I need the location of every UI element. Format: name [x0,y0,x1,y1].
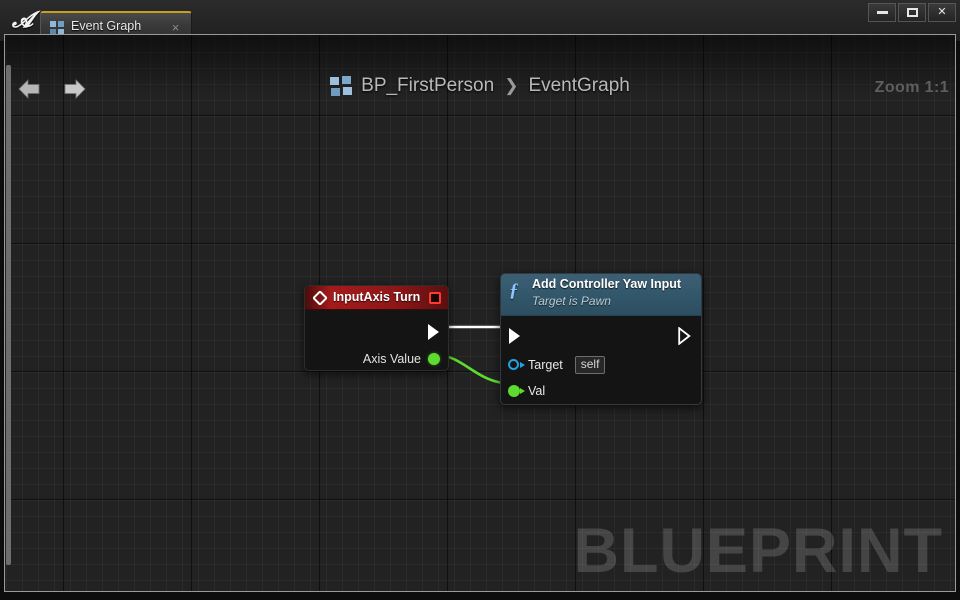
event-graph-panel[interactable]: BP_FirstPerson ❯ EventGraph Zoom 1:1 BLU… [4,34,956,592]
close-button[interactable]: ✕ [928,3,956,22]
pin-label-val: Val [528,384,546,398]
exec-out-pin[interactable] [428,324,439,340]
minimize-icon [876,11,888,14]
pin-row-axis-value: Axis Value [363,352,440,366]
pin-label-axis-value: Axis Value [362,352,421,366]
unreal-engine-logo-icon: 𝓐 [11,7,33,32]
navigation-arrows [15,75,89,103]
minimize-button[interactable] [868,3,896,22]
graph-canvas-background[interactable] [5,35,955,591]
node-subtitle: Target is Pawn [532,294,611,308]
back-arrow-icon[interactable] [15,75,43,103]
maximize-icon [906,8,918,17]
node-header[interactable]: InputAxis Turn [305,286,448,310]
tab-label: Event Graph [71,19,142,33]
tab-close-icon[interactable]: × [169,21,182,34]
node-body: Axis Value [305,310,448,370]
node-title: Add Controller Yaw Input [532,277,682,291]
pin-arrow-icon [520,387,525,394]
node-body: Target self Val [501,316,701,404]
axis-value-pin[interactable] [428,353,440,365]
pin-row-target: Target self [508,356,606,374]
unreal-blueprint-editor-window: 𝓐 Event Graph × ✕ BP_FirstPerson ❯ Event… [0,0,960,600]
blueprint-grid-icon [50,21,64,35]
node-title: InputAxis Turn [333,290,421,304]
node-header[interactable]: ƒ Add Controller Yaw Input Target is Paw… [501,274,701,316]
forward-arrow-icon[interactable] [61,75,89,103]
object-pin-ring-icon [508,358,519,370]
node-input-axis-turn[interactable]: InputAxis Turn Axis Value [304,285,449,371]
float-pin-dot-icon [508,384,520,397]
blueprint-watermark: BLUEPRINT [573,516,943,586]
close-icon: ✕ [937,6,947,18]
exec-out-pin[interactable] [678,327,691,345]
function-f-icon: ƒ [509,280,519,301]
zoom-level-label: Zoom 1:1 [874,79,949,96]
maximize-button[interactable] [898,3,926,22]
red-square-icon[interactable] [429,292,441,304]
target-pin[interactable] [508,358,525,372]
pin-row-val: Val [508,384,545,398]
exec-in-pin[interactable] [509,328,520,344]
event-diamond-icon [313,291,327,305]
val-pin[interactable] [508,384,525,398]
window-controls: ✕ [868,3,956,22]
pin-arrow-icon [520,361,525,368]
pin-label-target: Target [528,358,563,372]
target-value-field[interactable]: self [574,356,606,374]
node-add-controller-yaw-input[interactable]: ƒ Add Controller Yaw Input Target is Paw… [500,273,702,405]
vertical-scrollbar[interactable] [6,65,11,565]
